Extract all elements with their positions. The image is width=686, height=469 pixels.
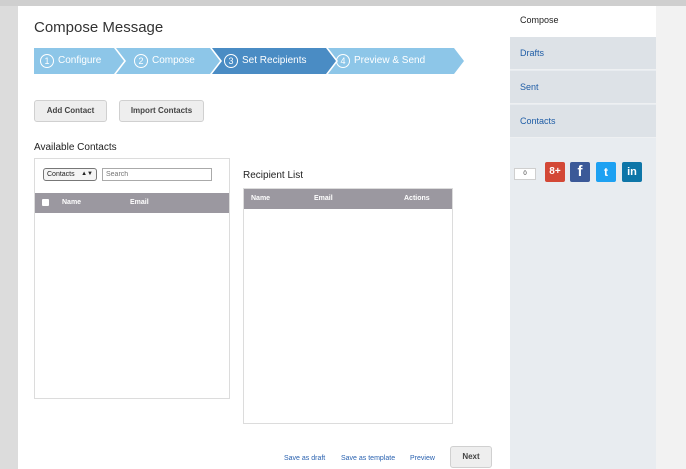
- wizard-step-configure[interactable]: 1 Configure: [40, 48, 101, 74]
- sidebar-item-drafts[interactable]: Drafts: [510, 37, 656, 70]
- save-as-template-link[interactable]: Save as template: [341, 455, 395, 462]
- google-plus-icon[interactable]: 8+: [545, 162, 565, 182]
- linkedin-icon[interactable]: in: [622, 162, 642, 182]
- step-label: Set Recipients: [242, 55, 307, 66]
- save-as-draft-link[interactable]: Save as draft: [284, 455, 325, 462]
- add-contact-button[interactable]: Add Contact: [34, 100, 107, 122]
- wizard-step-compose[interactable]: 2 Compose: [134, 48, 195, 74]
- sidebar-item-sent[interactable]: Sent: [510, 71, 656, 104]
- step-number: 1: [40, 54, 54, 68]
- column-email: Email: [130, 199, 149, 206]
- main-content: Compose Message 1 Configure 2 Compose 3 Set…: [18, 6, 510, 469]
- share-count-badge: 0: [514, 168, 536, 180]
- step-number: 3: [224, 54, 238, 68]
- facebook-icon[interactable]: f: [570, 162, 590, 182]
- available-contacts-panel: Contacts ▲▼ Name Email: [34, 158, 230, 399]
- column-actions: Actions: [404, 195, 430, 202]
- wizard-step-preview-send[interactable]: 4 Preview & Send: [336, 48, 425, 74]
- wizard-step-set-recipients[interactable]: 3 Set Recipients: [224, 48, 306, 74]
- contacts-search-input[interactable]: [102, 168, 212, 181]
- step-label: Configure: [58, 55, 102, 66]
- sidebar: Compose Drafts Sent Contacts: [510, 6, 656, 469]
- import-contacts-button[interactable]: Import Contacts: [119, 100, 204, 122]
- recipient-list-heading: Recipient List: [243, 170, 304, 181]
- wizard-steps: 1 Configure 2 Compose 3 Set Recipients 4 Pre…: [34, 48, 464, 74]
- recipient-list-table-header: Name Email Actions: [244, 189, 452, 209]
- step-label: Compose: [152, 55, 195, 66]
- column-name: Name: [251, 195, 271, 202]
- step-number: 4: [336, 54, 350, 68]
- left-gutter: [0, 6, 18, 469]
- twitter-icon[interactable]: t: [596, 162, 616, 182]
- right-gutter: [656, 6, 686, 469]
- preview-link[interactable]: Preview: [410, 455, 435, 462]
- next-button[interactable]: Next: [450, 446, 492, 468]
- select-all-checkbox[interactable]: [42, 199, 49, 206]
- step-label: Preview & Send: [354, 55, 426, 66]
- sidebar-item-compose[interactable]: Compose: [510, 6, 656, 37]
- column-name: Name: [62, 199, 82, 206]
- column-email: Email: [314, 195, 333, 202]
- page-title: Compose Message: [34, 19, 164, 36]
- sidebar-item-contacts[interactable]: Contacts: [510, 105, 656, 138]
- recipient-list-panel: Name Email Actions: [243, 188, 453, 424]
- contacts-filter-value: Contacts: [47, 171, 75, 178]
- step-number: 2: [134, 54, 148, 68]
- contacts-filter-select[interactable]: Contacts ▲▼: [43, 168, 97, 181]
- select-caret-icon: ▲▼: [81, 171, 93, 177]
- available-contacts-heading: Available Contacts: [34, 142, 117, 153]
- available-contacts-table-header: Name Email: [35, 193, 229, 213]
